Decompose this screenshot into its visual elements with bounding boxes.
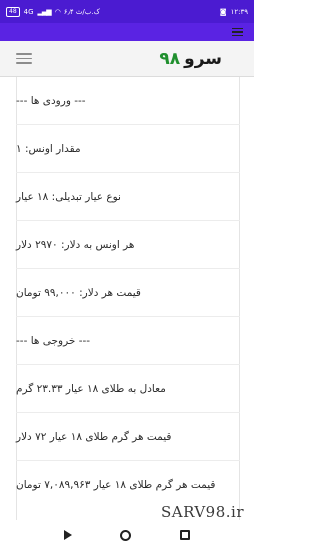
watermark: SARV98.ir xyxy=(160,503,244,521)
site-logo[interactable]: سرو ۹۸ xyxy=(159,49,222,69)
app-header: سرو ۹۸ xyxy=(0,41,254,77)
dollar-price-row: قیمت هر دلار: ۹۹,۰۰۰ تومان xyxy=(16,269,240,317)
result-list: --- ورودی ها --- مقدار اونس: ۱ نوع عیار … xyxy=(16,77,240,509)
top-menu-strip xyxy=(0,23,254,41)
ounce-amount-row: مقدار اونس: ۱ xyxy=(16,125,240,173)
status-right-group: ◙ ۱۲:۳۹ xyxy=(220,8,248,16)
wifi-icon: ◠ xyxy=(54,7,61,16)
recent-apps-icon[interactable] xyxy=(179,530,190,540)
karat-type-row: نوع عیار تبدیلی: ۱۸ عیار xyxy=(16,173,240,221)
hamburger-menu-icon[interactable] xyxy=(16,53,32,64)
status-time: ۱۲:۳۹ xyxy=(230,7,248,16)
gram-price-toman-row: قیمت هر گرم طلای ۱۸ عیار ۷,۰۸۹,۹۶۳ تومان xyxy=(16,479,216,491)
gram-equivalent-row: معادل به طلای ۱۸ عیار ۲۳.۳۳ گرم xyxy=(16,365,240,413)
back-icon[interactable] xyxy=(64,530,73,540)
ounce-price-row: هر اونس به دلار: ۲۹۷۰ دلار xyxy=(16,221,240,269)
inputs-heading: --- ورودی ها --- xyxy=(16,77,240,125)
logo-number: ۹۸ xyxy=(159,48,181,69)
battery-icon: 48 xyxy=(6,6,20,17)
system-nav-bar xyxy=(0,520,254,550)
signal-bars-icon: ▂▄▆ xyxy=(37,7,52,16)
network-type-label: 4G xyxy=(23,7,34,16)
status-bar: 48 4G ▂▄▆ ◠ ۶٫۴ ک.ب/ث ◙ ۱۲:۳۹ xyxy=(0,0,254,23)
gram-price-dollar-row: قیمت هر گرم طلای ۱۸ عیار ۷۲ دلار xyxy=(16,413,240,461)
home-icon[interactable] xyxy=(120,529,132,541)
logo-word: سرو xyxy=(184,48,222,69)
outputs-heading: --- خروجی ها --- xyxy=(16,317,240,365)
status-left-group: 48 4G ▂▄▆ ◠ ۶٫۴ ک.ب/ث xyxy=(6,6,100,17)
menu-icon[interactable] xyxy=(232,27,243,37)
app-notification-icon: ◙ xyxy=(219,7,227,16)
network-speed: ۶٫۴ ک.ب/ث xyxy=(63,7,100,16)
